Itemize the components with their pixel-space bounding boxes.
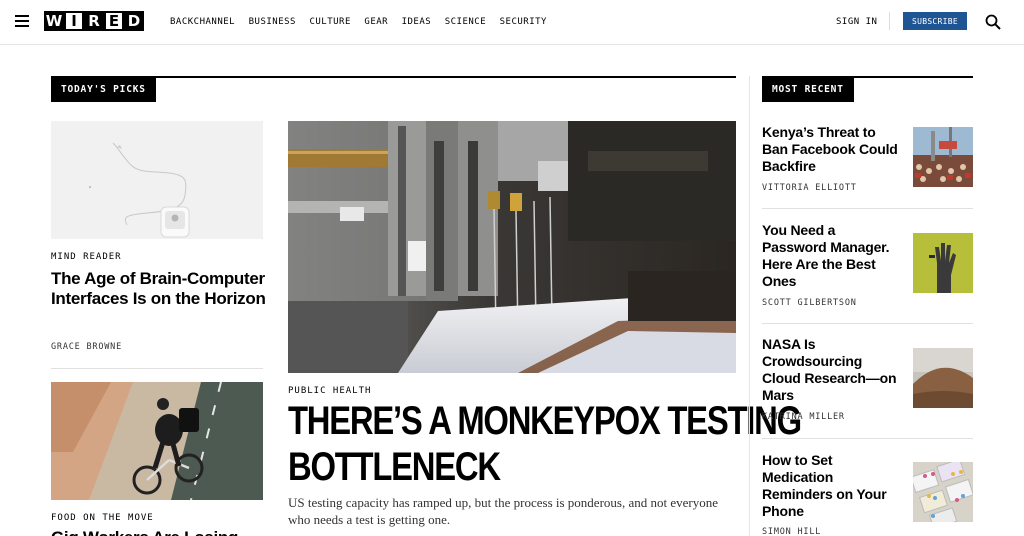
recent-headline[interactable]: How to Set Medication Reminders on Your … bbox=[762, 452, 902, 520]
column-divider bbox=[749, 76, 750, 536]
nav-link-gear[interactable]: Gear bbox=[364, 17, 388, 27]
recent-divider bbox=[762, 208, 973, 209]
nav-link-backchannel[interactable]: Backchannel bbox=[170, 17, 235, 27]
story-rubric[interactable]: MIND READER bbox=[51, 252, 122, 262]
nav-link-security[interactable]: Security bbox=[500, 17, 547, 27]
story-image-cyclist[interactable] bbox=[51, 382, 263, 500]
nav-link-business[interactable]: Business bbox=[249, 17, 296, 27]
feature-headline-line1: There’s a Monkeypox Testing bbox=[288, 399, 802, 443]
search-icon[interactable] bbox=[985, 14, 1001, 30]
sign-in-link[interactable]: SIGN IN bbox=[836, 17, 877, 27]
feature-dek: US testing capacity has ramped up, but t… bbox=[288, 495, 718, 527]
story-headline[interactable]: Gig Workers Are Losing bbox=[51, 528, 266, 536]
logo-letter: E bbox=[104, 11, 124, 31]
feature-image-lab-robot[interactable] bbox=[288, 121, 736, 373]
story-headline[interactable]: The Age of Brain-Computer Interfaces Is … bbox=[51, 269, 266, 309]
todays-picks-label: TODAY'S PICKS bbox=[51, 78, 156, 102]
recent-thumb-crowd[interactable] bbox=[913, 127, 973, 187]
site-header: W I R E D Backchannel Business Culture G… bbox=[0, 0, 1024, 45]
story-image-brain-interface[interactable] bbox=[51, 121, 263, 239]
recent-thumb-pills[interactable] bbox=[913, 462, 973, 522]
logo-letter: I bbox=[64, 11, 84, 31]
logo-letter: D bbox=[124, 11, 144, 31]
recent-byline[interactable]: VITTORIA ELLIOTT bbox=[762, 183, 857, 193]
recent-headline[interactable]: You Need a Password Manager. Here Are th… bbox=[762, 222, 902, 290]
story-divider bbox=[51, 368, 263, 369]
story-rubric[interactable]: FOOD ON THE MOVE bbox=[51, 513, 154, 523]
recent-thumb-mars[interactable] bbox=[913, 348, 973, 408]
wired-logo[interactable]: W I R E D bbox=[44, 11, 144, 31]
feature-rubric[interactable]: PUBLIC HEALTH bbox=[288, 386, 371, 396]
recent-thumb-hand[interactable] bbox=[913, 233, 973, 293]
subscribe-button[interactable]: SUBSCRIBE bbox=[903, 12, 967, 30]
recent-byline[interactable]: SIMON HILL bbox=[762, 527, 821, 536]
logo-letter: W bbox=[44, 11, 64, 31]
feature-headline[interactable]: There’s a Monkeypox Testing Bottleneck bbox=[288, 398, 802, 490]
recent-byline[interactable]: SCOTT GILBERTSON bbox=[762, 298, 857, 308]
feature-headline-line2: Bottleneck bbox=[288, 445, 501, 489]
recent-divider bbox=[762, 438, 973, 439]
main-nav: Backchannel Business Culture Gear Ideas … bbox=[170, 17, 560, 27]
most-recent-label: MOST RECENT bbox=[762, 78, 854, 102]
story-byline[interactable]: GRACE BROWNE bbox=[51, 342, 122, 352]
recent-headline[interactable]: Kenya’s Threat to Ban Facebook Could Bac… bbox=[762, 124, 902, 175]
recent-headline[interactable]: NASA Is Crowdsourcing Cloud Research—on … bbox=[762, 336, 902, 404]
nav-link-ideas[interactable]: Ideas bbox=[402, 17, 432, 27]
header-divider bbox=[889, 12, 890, 30]
menu-icon[interactable] bbox=[15, 15, 29, 27]
nav-link-culture[interactable]: Culture bbox=[309, 17, 350, 27]
nav-link-science[interactable]: Science bbox=[445, 17, 486, 27]
recent-divider bbox=[762, 323, 973, 324]
recent-byline[interactable]: KATRINA MILLER bbox=[762, 412, 845, 422]
logo-letter: R bbox=[84, 11, 104, 31]
